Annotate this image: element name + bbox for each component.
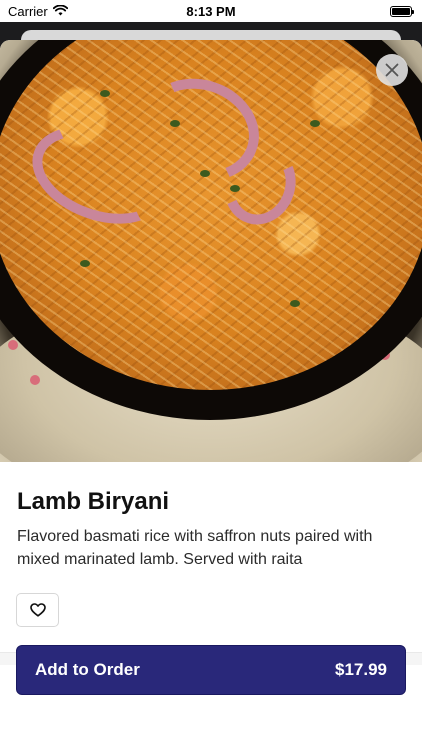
status-left: Carrier bbox=[8, 4, 68, 19]
favorite-button[interactable] bbox=[16, 593, 59, 627]
biryani-rice bbox=[0, 40, 422, 390]
wifi-icon bbox=[52, 4, 68, 19]
heart-icon bbox=[29, 603, 46, 617]
item-description: Flavored basmati rice with saffron nuts … bbox=[17, 528, 373, 568]
close-icon bbox=[385, 63, 399, 77]
herb-garnish bbox=[290, 300, 300, 307]
plate-flower bbox=[30, 375, 40, 385]
status-bar: Carrier 8:13 PM bbox=[0, 0, 422, 22]
plate-flower bbox=[8, 340, 18, 350]
add-to-order-button[interactable]: Add to Order $17.99 bbox=[16, 645, 406, 695]
item-photo bbox=[0, 40, 422, 462]
herb-garnish bbox=[200, 170, 210, 177]
add-to-order-label: Add to Order bbox=[35, 660, 140, 679]
herb-garnish bbox=[310, 120, 320, 127]
herb-garnish bbox=[170, 120, 180, 127]
item-detail-sheet: Lamb Biryani Flavored basmati rice with … bbox=[0, 40, 422, 750]
item-price: $17.99 bbox=[335, 660, 387, 679]
herb-garnish bbox=[100, 90, 110, 97]
item-title: Lamb Biryani bbox=[17, 488, 170, 515]
battery-icon bbox=[390, 5, 414, 17]
carrier-label: Carrier bbox=[8, 3, 48, 19]
herb-garnish bbox=[230, 185, 240, 192]
close-button[interactable] bbox=[376, 54, 408, 86]
herb-garnish bbox=[80, 260, 90, 267]
